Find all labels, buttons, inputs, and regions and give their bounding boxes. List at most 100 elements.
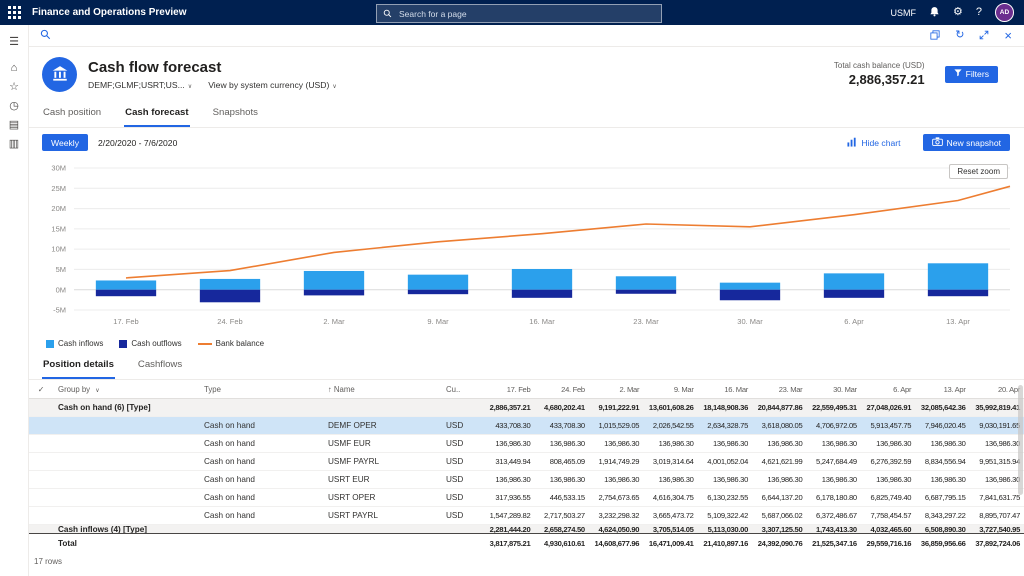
column-header-group-by[interactable]: Group by ∨: [54, 385, 200, 394]
column-header-cu-[interactable]: Cu..: [442, 385, 480, 394]
global-search-input[interactable]: [397, 8, 655, 20]
cell-value: 4,624,050.90: [589, 525, 643, 533]
column-header-17-feb[interactable]: 17. Feb: [480, 385, 534, 394]
notifications-icon[interactable]: [929, 6, 940, 19]
group-row[interactable]: Cash on hand (6) [Type]2,886,357.214,680…: [28, 399, 1024, 417]
total-value: 36,859,956.66: [915, 539, 969, 548]
cell-value: 136,986.30: [915, 439, 969, 448]
legend-square-swatch: [119, 340, 127, 348]
table-row[interactable]: Cash on handDEMF OPERUSD433,708.30433,70…: [28, 417, 1024, 435]
tab-cash-forecast[interactable]: Cash forecast: [124, 104, 189, 127]
column-header-13-apr[interactable]: 13. Apr: [915, 385, 969, 394]
tab-cash-position[interactable]: Cash position: [42, 104, 102, 127]
open-in-new-window-icon[interactable]: [930, 27, 940, 45]
sidebar-item-home-icon[interactable]: ⌂: [0, 58, 28, 77]
hide-chart-link[interactable]: Hide chart: [841, 136, 906, 150]
legend-square-swatch: [46, 340, 54, 348]
legend-item-cash-inflows: Cash inflows: [46, 339, 103, 348]
sidebar-item-favorites-icon[interactable]: ☆: [0, 77, 28, 96]
column-header-9-mar[interactable]: 9. Mar: [643, 385, 697, 394]
expand-icon[interactable]: [979, 27, 989, 45]
row-count: 17 rows: [28, 553, 1024, 566]
cell-value: 136,986.30: [480, 475, 534, 484]
weekly-button[interactable]: Weekly: [42, 134, 88, 151]
tab-position-details[interactable]: Position details: [42, 356, 115, 379]
column-header-6-apr[interactable]: 6. Apr: [861, 385, 915, 394]
close-icon[interactable]: ×: [1004, 29, 1012, 42]
select-all-checkbox[interactable]: ✓: [28, 385, 54, 394]
cell-value: 2,717,503.27: [534, 511, 588, 520]
refresh-icon[interactable]: ↻: [955, 30, 964, 41]
group-label: Cash inflows (4) [Type]: [54, 525, 200, 533]
chart-area: 30M25M20M15M10M5M0M-5M17. Feb24. Feb2. M…: [28, 156, 1024, 338]
svg-text:13. Apr: 13. Apr: [946, 317, 970, 326]
column-header-16-mar[interactable]: 16. Mar: [698, 385, 752, 394]
table-row[interactable]: Cash on handUSRT PAYRLUSD1,547,289.822,7…: [28, 507, 1024, 525]
cell-value: 3,727,540.95: [970, 525, 1024, 533]
cell-value: 32,085,642.36: [915, 403, 969, 412]
table-row[interactable]: Cash on handUSMF PAYRLUSD313,449.94808,4…: [28, 453, 1024, 471]
company-picker[interactable]: USMF: [891, 8, 917, 18]
page-search-icon[interactable]: [40, 27, 51, 45]
cell-value: 7,758,454.57: [861, 511, 915, 520]
waffle-menu-icon[interactable]: [0, 0, 28, 25]
column-header-30-mar[interactable]: 30. Mar: [806, 385, 860, 394]
table-row[interactable]: Cash on handUSMF EURUSD136,986.30136,986…: [28, 435, 1024, 453]
column-header-24-feb[interactable]: 24. Feb: [534, 385, 588, 394]
table-row[interactable]: Cash on handUSRT OPERUSD317,936.55446,53…: [28, 489, 1024, 507]
column-header-2-mar[interactable]: 2. Mar: [589, 385, 643, 394]
cell-value: 136,986.30: [534, 439, 588, 448]
reset-zoom-button[interactable]: Reset zoom: [949, 164, 1008, 179]
total-cash-balance: Total cash balance (USD) 2,886,357.21: [834, 61, 925, 87]
sidebar-item-hamburger-menu-icon[interactable]: ☰: [0, 32, 28, 51]
sidebar-item-recent-icon[interactable]: ◷: [0, 96, 28, 115]
cell-value: 2,026,542.55: [643, 421, 697, 430]
cell-value: 433,708.30: [480, 421, 534, 430]
cell-value: 136,986.30: [752, 475, 806, 484]
cell-value: 433,708.30: [534, 421, 588, 430]
cell-type: Cash on hand: [200, 457, 324, 466]
cell-type: Cash on hand: [200, 475, 324, 484]
svg-text:6. Apr: 6. Apr: [844, 317, 864, 326]
cell-value: 5,687,066.02: [752, 511, 806, 520]
column-header-23-mar[interactable]: 23. Mar: [752, 385, 806, 394]
tab-snapshots[interactable]: Snapshots: [212, 104, 259, 127]
column-header-name[interactable]: ↑Name: [324, 385, 442, 394]
cell-value: 8,343,297.22: [915, 511, 969, 520]
waffle-grid: [8, 6, 21, 19]
scope-selector[interactable]: DEMF;GLMF;USRT;US...∨: [88, 80, 192, 90]
sidebar-item-workspaces-icon[interactable]: ▥: [0, 134, 28, 153]
total-value: 29,559,716.16: [861, 539, 915, 548]
column-header-20-apr[interactable]: 20. Apr: [970, 385, 1024, 394]
svg-text:16. Mar: 16. Mar: [529, 317, 555, 326]
cell-value: 2,886,357.21: [480, 403, 534, 412]
tab-cashflows[interactable]: Cashflows: [137, 356, 183, 379]
cell-name: DEMF OPER: [324, 421, 442, 430]
sidebar-item-modules-icon[interactable]: ▤: [0, 115, 28, 134]
cell-type: Cash on hand: [200, 511, 324, 520]
view-by-selector[interactable]: View by system currency (USD)∨: [208, 80, 337, 90]
cell-name: USRT EUR: [324, 475, 442, 484]
cell-currency: USD: [442, 493, 480, 502]
table-scrollbar[interactable]: [1018, 385, 1023, 495]
svg-text:20M: 20M: [51, 204, 66, 213]
chart-toolbar: Weekly 2/20/2020 - 7/6/2020 Hide chart N…: [28, 131, 1024, 154]
settings-gear-icon[interactable]: ⚙: [953, 7, 963, 18]
cell-value: 6,130,232.55: [698, 493, 752, 502]
table-row[interactable]: Cash on handUSRT EURUSD136,986.30136,986…: [28, 471, 1024, 489]
help-icon[interactable]: ?: [976, 7, 982, 18]
new-snapshot-button[interactable]: New snapshot: [923, 134, 1010, 151]
cell-value: 4,001,052.04: [698, 457, 752, 466]
column-header-type[interactable]: Type: [200, 385, 324, 394]
cell-value: 136,986.30: [643, 475, 697, 484]
cell-type: Cash on hand: [200, 493, 324, 502]
cell-value: 22,559,495.31: [806, 403, 860, 412]
group-row[interactable]: Cash inflows (4) [Type]2,281,444.202,658…: [28, 525, 1024, 533]
svg-text:-5M: -5M: [53, 306, 66, 315]
cell-value: 1,914,749.29: [589, 457, 643, 466]
user-avatar[interactable]: AD: [995, 3, 1014, 22]
filters-button[interactable]: Filters: [945, 66, 998, 83]
cell-value: 4,032,465.60: [861, 525, 915, 533]
global-search-box[interactable]: [376, 4, 662, 23]
cell-value: 136,986.30: [589, 439, 643, 448]
